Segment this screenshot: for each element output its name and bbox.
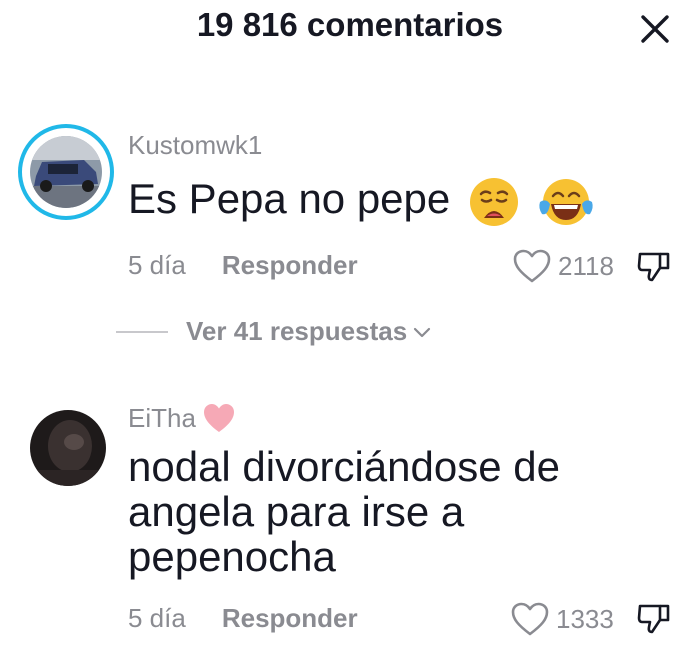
comment-date: 5 día [128, 603, 186, 633]
dislike-button[interactable] [636, 248, 672, 284]
like-count: 1333 [556, 603, 614, 634]
comment-username[interactable]: Kustomwk1 [128, 130, 262, 161]
avatar[interactable] [30, 410, 106, 486]
view-replies-label: Ver 41 respuestas [186, 316, 408, 346]
dislike-icon [637, 252, 670, 282]
dislike-button[interactable] [636, 600, 672, 636]
close-button[interactable] [638, 12, 672, 46]
comment-text-content: Es Pepa no pepe [128, 175, 451, 223]
like-button[interactable]: 2118 [512, 248, 614, 284]
comment-text: nodal divorciándose de angela para irse … [128, 444, 668, 579]
heart-outline-icon [513, 249, 551, 283]
heart-outline-icon [511, 602, 549, 636]
reply-button[interactable]: Responder [222, 250, 358, 281]
replies-divider [116, 330, 168, 333]
like-button[interactable]: 1333 [510, 601, 614, 637]
pink-heart-icon [203, 404, 234, 432]
comment-text: Es Pepa no pepe [128, 176, 668, 228]
chevron-down-icon [414, 327, 431, 337]
comments-header: 19 816 comentarios [0, 0, 700, 60]
comments-count-title: 19 816 comentarios [196, 6, 504, 43]
avatar[interactable] [18, 124, 114, 220]
comment-meta: 5 día Responder [128, 603, 358, 634]
dislike-icon [637, 604, 670, 634]
comment-meta: 5 día Responder [128, 250, 358, 281]
close-icon [641, 15, 669, 43]
username-text: Kustomwk1 [128, 130, 263, 160]
comment-text-content: nodal divorciándose de angela para irse … [128, 443, 560, 580]
comment-date: 5 día [128, 250, 186, 280]
view-replies-button[interactable]: Ver 41 respuestas [116, 316, 431, 347]
weary-face-emoji [469, 178, 518, 226]
username-text: EiTha [128, 402, 196, 433]
tears-of-joy-emoji [538, 179, 593, 225]
comment-username[interactable]: EiTha [128, 402, 236, 434]
reply-button[interactable]: Responder [222, 603, 358, 634]
like-count: 2118 [558, 250, 614, 281]
